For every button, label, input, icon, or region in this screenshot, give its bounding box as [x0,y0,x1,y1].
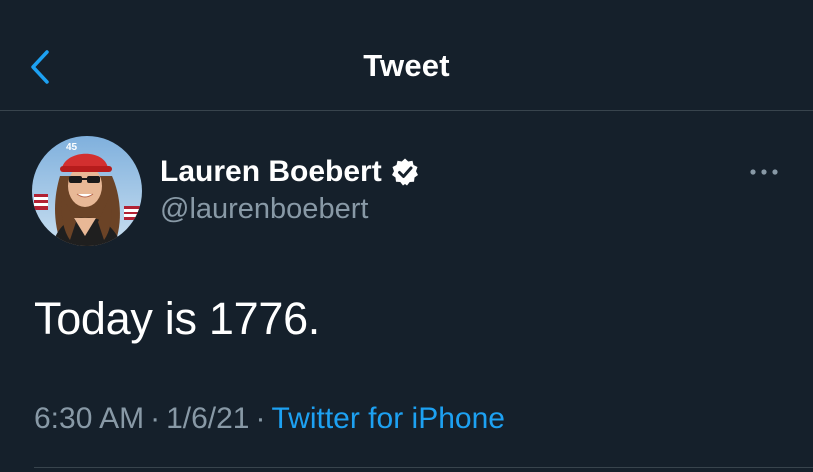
more-options-icon [750,169,778,175]
avatar[interactable]: 45 [32,136,142,246]
avatar-photo [32,136,142,246]
tweet-meta: 6:30 AM · 1/6/21 · Twitter for iPhone [34,402,505,436]
tweet-time: 6:30 AM [34,402,145,435]
author-name-row[interactable]: Lauren Boebert [160,152,420,192]
author-name[interactable]: Lauren Boebert [160,155,382,189]
page-title: Tweet [363,48,450,83]
divider [34,467,813,468]
tweet-detail-screen: Tweet 45 Lauren Boebert @laurenboebert T… [0,0,813,472]
verified-badge-icon [390,157,420,187]
top-navigation-bar: Tweet [0,0,813,111]
tweet-source-link[interactable]: Twitter for iPhone [272,402,505,435]
meta-separator: · [255,402,266,435]
avatar-cap-text: 45 [66,142,78,153]
meta-separator: · [150,402,161,435]
author-handle[interactable]: @laurenboebert [160,193,368,226]
tweet-date: 1/6/21 [166,402,250,435]
tweet-text: Today is 1776. [34,293,320,344]
more-options-button[interactable] [744,158,784,186]
